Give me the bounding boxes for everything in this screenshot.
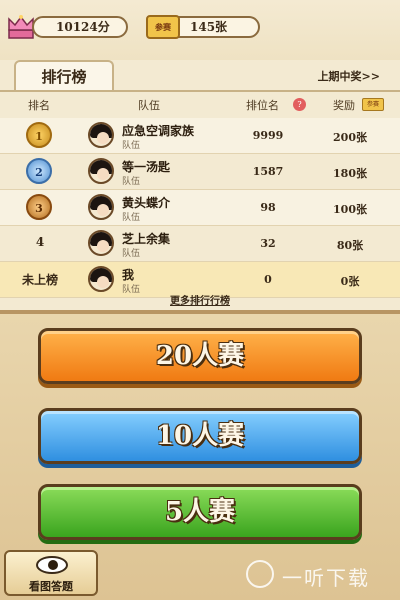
- score-display: 10124分: [32, 16, 128, 38]
- mode-20-button[interactable]: 20人赛: [38, 328, 362, 384]
- team-sub: 队伍: [122, 249, 141, 259]
- table-row[interactable]: 2 等一汤匙 队伍 1587 180张: [0, 154, 400, 190]
- position-value: 1587: [252, 165, 284, 178]
- rank-unranked: 未上榜: [21, 273, 58, 287]
- avatar: [88, 158, 114, 184]
- tab-divider: [0, 90, 400, 92]
- watermark-text: 一听下载: [282, 566, 370, 590]
- reward-value: 80张: [336, 239, 364, 252]
- avatar: [88, 266, 114, 292]
- team-name: 应急空调家族: [122, 124, 195, 138]
- rank-number: 4: [35, 235, 45, 249]
- mode-5-button[interactable]: 5人赛: [38, 484, 362, 540]
- table-header: 排名 队伍 排位名 ? 奖励 参赛: [0, 94, 400, 116]
- reward-value: 180张: [333, 167, 367, 180]
- watermark-logo-icon: [246, 560, 274, 588]
- picture-quiz-button[interactable]: 看图答题: [4, 550, 98, 596]
- eye-icon: [36, 556, 68, 574]
- position-value: 0: [264, 273, 272, 286]
- team-name: 芝上余集: [122, 232, 171, 246]
- last-winner-link[interactable]: 上期中奖>>: [318, 68, 380, 84]
- team-sub: 队伍: [122, 213, 141, 223]
- more-leaderboard-link[interactable]: 更多排行行榜: [0, 292, 400, 307]
- tab-leaderboard[interactable]: 排行榜: [14, 60, 114, 92]
- avatar: [88, 230, 114, 256]
- mode-10-button[interactable]: 10人赛: [38, 408, 362, 464]
- column-position: 排位名: [246, 99, 279, 112]
- team-sub: 队伍: [122, 177, 141, 187]
- leaderboard-rows: 1 应急空调家族 队伍 9999 200张 2 等一汤匙 队伍 1587 180…: [0, 118, 400, 298]
- position-value: 9999: [252, 129, 284, 142]
- picture-quiz-label: 看图答题: [29, 580, 73, 593]
- table-row[interactable]: 3 黄头蝶介 队伍 98 100张: [0, 190, 400, 226]
- team-name: 我: [122, 268, 135, 282]
- column-team: 队伍: [138, 99, 160, 112]
- team-name: 等一汤匙: [122, 160, 171, 174]
- avatar: [88, 194, 114, 220]
- team-sub: 队伍: [122, 141, 141, 151]
- silver-medal-icon: 2: [26, 158, 52, 184]
- table-row[interactable]: 1 应急空调家族 队伍 9999 200张: [0, 118, 400, 154]
- column-rank: 排名: [28, 99, 50, 112]
- gold-medal-icon: 1: [26, 122, 52, 148]
- reward-value: 100张: [333, 203, 367, 216]
- ticket-icon: 参赛: [146, 15, 180, 39]
- watermark: 一听下载: [246, 560, 396, 592]
- bronze-medal-icon: 3: [26, 194, 52, 220]
- reward-value: 0张: [340, 275, 360, 288]
- ticket-icon: 参赛: [362, 98, 384, 111]
- reward-value: 200张: [333, 131, 367, 144]
- question-icon[interactable]: ?: [293, 98, 306, 111]
- position-value: 32: [260, 237, 276, 250]
- team-name: 黄头蝶介: [122, 196, 171, 210]
- column-reward: 奖励: [333, 99, 355, 112]
- position-value: 98: [260, 201, 276, 214]
- avatar: [88, 122, 114, 148]
- table-row[interactable]: 4 芝上余集 队伍 32 80张: [0, 226, 400, 262]
